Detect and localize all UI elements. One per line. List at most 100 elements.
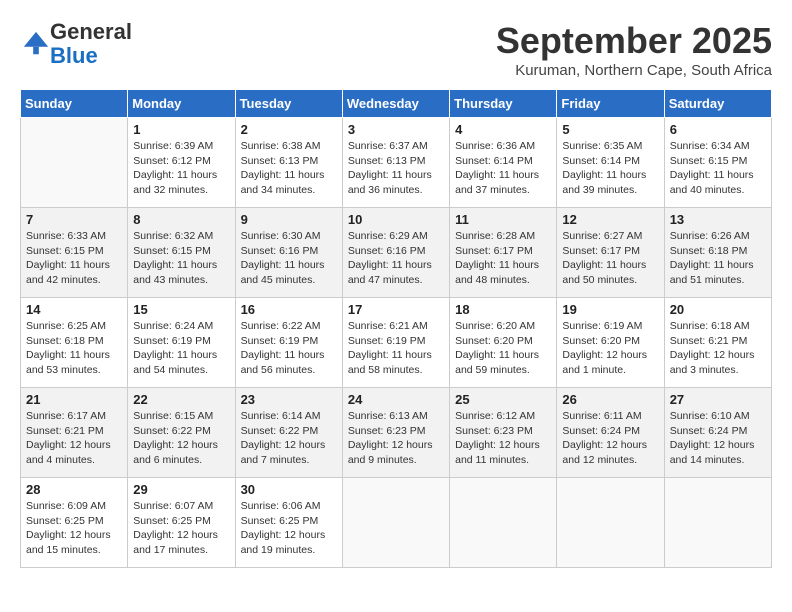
- day-number: 30: [241, 482, 337, 497]
- day-number: 4: [455, 122, 551, 137]
- day-number: 28: [26, 482, 122, 497]
- day-info: Sunrise: 6:38 AM Sunset: 6:13 PM Dayligh…: [241, 139, 337, 198]
- calendar-cell: 29 Sunrise: 6:07 AM Sunset: 6:25 PM Dayli…: [128, 478, 235, 568]
- calendar-cell: 26 Sunrise: 6:11 AM Sunset: 6:24 PM Dayli…: [557, 388, 664, 478]
- day-info: Sunrise: 6:20 AM Sunset: 6:20 PM Dayligh…: [455, 319, 551, 378]
- calendar-cell: 9 Sunrise: 6:30 AM Sunset: 6:16 PM Daylig…: [235, 208, 342, 298]
- logo: General Blue: [20, 20, 132, 68]
- day-number: 29: [133, 482, 229, 497]
- day-info: Sunrise: 6:13 AM Sunset: 6:23 PM Dayligh…: [348, 409, 444, 468]
- day-info: Sunrise: 6:07 AM Sunset: 6:25 PM Dayligh…: [133, 499, 229, 558]
- day-info: Sunrise: 6:17 AM Sunset: 6:21 PM Dayligh…: [26, 409, 122, 468]
- day-info: Sunrise: 6:09 AM Sunset: 6:25 PM Dayligh…: [26, 499, 122, 558]
- calendar-cell: 15Sunrise: 6:24 AM Sunset: 6:19 PM Dayli…: [128, 298, 235, 388]
- day-number: 24: [348, 392, 444, 407]
- day-info: Sunrise: 6:37 AM Sunset: 6:13 PM Dayligh…: [348, 139, 444, 198]
- day-number: 16: [241, 302, 337, 317]
- day-info: Sunrise: 6:26 AM Sunset: 6:18 PM Dayligh…: [670, 229, 766, 288]
- day-info: Sunrise: 6:29 AM Sunset: 6:16 PM Dayligh…: [348, 229, 444, 288]
- calendar-week-row: 7 Sunrise: 6:33 AM Sunset: 6:15 PM Daylig…: [21, 208, 772, 298]
- day-number: 11: [455, 212, 551, 227]
- month-title: September 2025: [496, 20, 772, 62]
- day-info: Sunrise: 6:28 AM Sunset: 6:17 PM Dayligh…: [455, 229, 551, 288]
- day-info: Sunrise: 6:33 AM Sunset: 6:15 PM Dayligh…: [26, 229, 122, 288]
- day-number: 14: [26, 302, 122, 317]
- calendar-cell: 1Sunrise: 6:39 AM Sunset: 6:12 PM Daylig…: [128, 118, 235, 208]
- calendar-cell: 19 Sunrise: 6:19 AM Sunset: 6:20 PM Dayli…: [557, 298, 664, 388]
- day-number: 12: [562, 212, 658, 227]
- day-number: 10: [348, 212, 444, 227]
- calendar-cell: 24 Sunrise: 6:13 AM Sunset: 6:23 PM Dayli…: [342, 388, 449, 478]
- calendar-cell: 12 Sunrise: 6:27 AM Sunset: 6:17 PM Dayli…: [557, 208, 664, 298]
- calendar-header-monday: Monday: [128, 90, 235, 118]
- logo-blue-text: Blue: [50, 43, 98, 68]
- calendar-header-wednesday: Wednesday: [342, 90, 449, 118]
- calendar-cell: 25Sunrise: 6:12 AM Sunset: 6:23 PM Dayli…: [450, 388, 557, 478]
- day-info: Sunrise: 6:21 AM Sunset: 6:19 PM Dayligh…: [348, 319, 444, 378]
- calendar-week-row: 1Sunrise: 6:39 AM Sunset: 6:12 PM Daylig…: [21, 118, 772, 208]
- day-info: Sunrise: 6:32 AM Sunset: 6:15 PM Dayligh…: [133, 229, 229, 288]
- day-number: 1: [133, 122, 229, 137]
- calendar-cell: [557, 478, 664, 568]
- calendar-table: SundayMondayTuesdayWednesdayThursdayFrid…: [20, 89, 772, 568]
- day-info: Sunrise: 6:25 AM Sunset: 6:18 PM Dayligh…: [26, 319, 122, 378]
- calendar-cell: 20Sunrise: 6:18 AM Sunset: 6:21 PM Dayli…: [664, 298, 771, 388]
- day-info: Sunrise: 6:27 AM Sunset: 6:17 PM Dayligh…: [562, 229, 658, 288]
- calendar-week-row: 28 Sunrise: 6:09 AM Sunset: 6:25 PM Dayli…: [21, 478, 772, 568]
- calendar-cell: [664, 478, 771, 568]
- title-block: September 2025 Kuruman, Northern Cape, S…: [496, 20, 772, 79]
- day-info: Sunrise: 6:35 AM Sunset: 6:14 PM Dayligh…: [562, 139, 658, 198]
- calendar-week-row: 14 Sunrise: 6:25 AM Sunset: 6:18 PM Dayli…: [21, 298, 772, 388]
- day-info: Sunrise: 6:06 AM Sunset: 6:25 PM Dayligh…: [241, 499, 337, 558]
- calendar-cell: 23 Sunrise: 6:14 AM Sunset: 6:22 PM Dayli…: [235, 388, 342, 478]
- day-number: 5: [562, 122, 658, 137]
- calendar-cell: 5 Sunrise: 6:35 AM Sunset: 6:14 PM Daylig…: [557, 118, 664, 208]
- calendar-cell: 4 Sunrise: 6:36 AM Sunset: 6:14 PM Daylig…: [450, 118, 557, 208]
- calendar-cell: 16 Sunrise: 6:22 AM Sunset: 6:19 PM Dayli…: [235, 298, 342, 388]
- day-info: Sunrise: 6:15 AM Sunset: 6:22 PM Dayligh…: [133, 409, 229, 468]
- day-info: Sunrise: 6:22 AM Sunset: 6:19 PM Dayligh…: [241, 319, 337, 378]
- day-number: 9: [241, 212, 337, 227]
- calendar-cell: 21 Sunrise: 6:17 AM Sunset: 6:21 PM Dayli…: [21, 388, 128, 478]
- day-number: 8: [133, 212, 229, 227]
- calendar-header-row: SundayMondayTuesdayWednesdayThursdayFrid…: [21, 90, 772, 118]
- page-header: General Blue September 2025 Kuruman, Nor…: [20, 20, 772, 79]
- day-number: 21: [26, 392, 122, 407]
- calendar-cell: 22Sunrise: 6:15 AM Sunset: 6:22 PM Dayli…: [128, 388, 235, 478]
- day-info: Sunrise: 6:18 AM Sunset: 6:21 PM Dayligh…: [670, 319, 766, 378]
- day-info: Sunrise: 6:14 AM Sunset: 6:22 PM Dayligh…: [241, 409, 337, 468]
- day-number: 26: [562, 392, 658, 407]
- calendar-cell: [342, 478, 449, 568]
- day-info: Sunrise: 6:11 AM Sunset: 6:24 PM Dayligh…: [562, 409, 658, 468]
- day-number: 23: [241, 392, 337, 407]
- day-number: 15: [133, 302, 229, 317]
- calendar-body: 1Sunrise: 6:39 AM Sunset: 6:12 PM Daylig…: [21, 118, 772, 568]
- calendar-cell: 28 Sunrise: 6:09 AM Sunset: 6:25 PM Dayli…: [21, 478, 128, 568]
- day-info: Sunrise: 6:34 AM Sunset: 6:15 PM Dayligh…: [670, 139, 766, 198]
- day-info: Sunrise: 6:10 AM Sunset: 6:24 PM Dayligh…: [670, 409, 766, 468]
- day-info: Sunrise: 6:36 AM Sunset: 6:14 PM Dayligh…: [455, 139, 551, 198]
- calendar-cell: 13 Sunrise: 6:26 AM Sunset: 6:18 PM Dayli…: [664, 208, 771, 298]
- calendar-cell: [21, 118, 128, 208]
- calendar-cell: 2 Sunrise: 6:38 AM Sunset: 6:13 PM Daylig…: [235, 118, 342, 208]
- calendar-cell: 11 Sunrise: 6:28 AM Sunset: 6:17 PM Dayli…: [450, 208, 557, 298]
- day-number: 7: [26, 212, 122, 227]
- calendar-cell: 7 Sunrise: 6:33 AM Sunset: 6:15 PM Daylig…: [21, 208, 128, 298]
- day-number: 2: [241, 122, 337, 137]
- day-number: 3: [348, 122, 444, 137]
- calendar-cell: 8 Sunrise: 6:32 AM Sunset: 6:15 PM Daylig…: [128, 208, 235, 298]
- day-number: 25: [455, 392, 551, 407]
- calendar-cell: 17 Sunrise: 6:21 AM Sunset: 6:19 PM Dayli…: [342, 298, 449, 388]
- day-info: Sunrise: 6:30 AM Sunset: 6:16 PM Dayligh…: [241, 229, 337, 288]
- day-info: Sunrise: 6:19 AM Sunset: 6:20 PM Dayligh…: [562, 319, 658, 378]
- calendar-week-row: 21 Sunrise: 6:17 AM Sunset: 6:21 PM Dayli…: [21, 388, 772, 478]
- calendar-cell: 10 Sunrise: 6:29 AM Sunset: 6:16 PM Dayli…: [342, 208, 449, 298]
- calendar-cell: 6 Sunrise: 6:34 AM Sunset: 6:15 PM Daylig…: [664, 118, 771, 208]
- day-number: 6: [670, 122, 766, 137]
- day-number: 17: [348, 302, 444, 317]
- day-number: 13: [670, 212, 766, 227]
- logo-icon: [22, 30, 50, 58]
- day-number: 19: [562, 302, 658, 317]
- location: Kuruman, Northern Cape, South Africa: [496, 62, 772, 79]
- calendar-header-thursday: Thursday: [450, 90, 557, 118]
